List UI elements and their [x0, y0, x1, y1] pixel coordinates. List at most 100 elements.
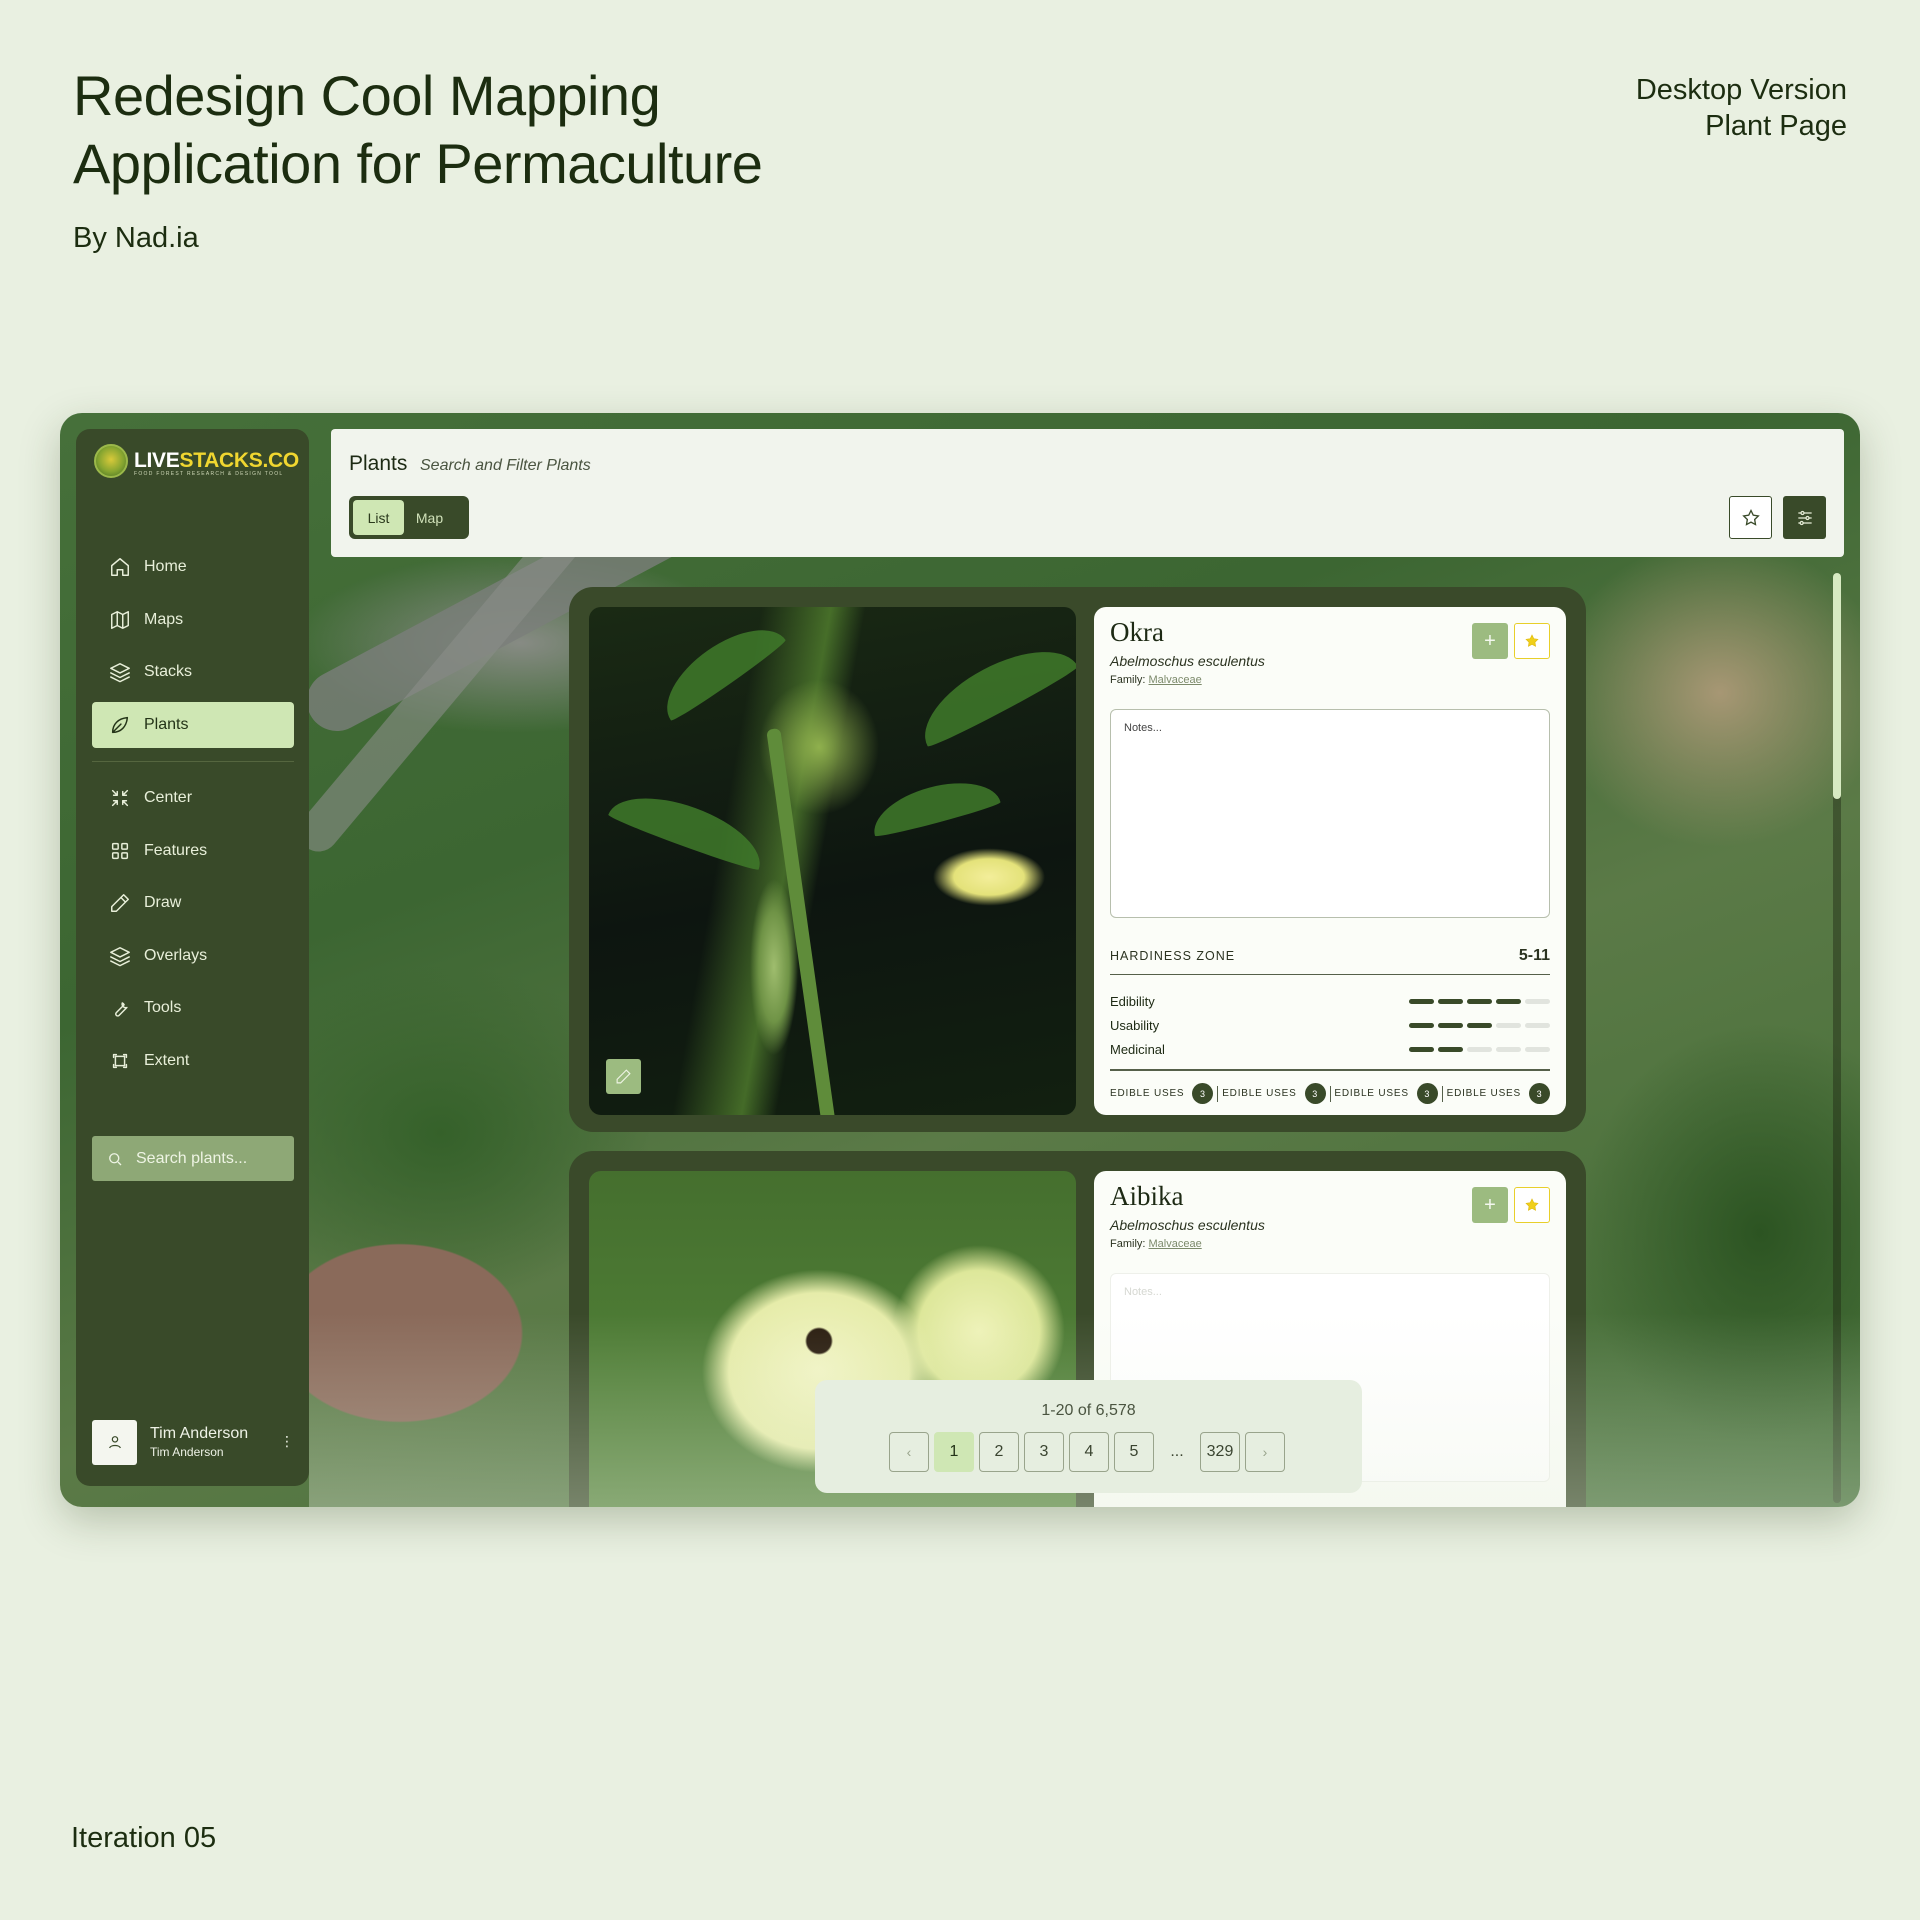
user-subtitle: Tim Anderson: [150, 1445, 224, 1459]
family-link[interactable]: Malvaceae: [1149, 674, 1202, 686]
page-button-1[interactable]: 1: [934, 1432, 974, 1472]
hardiness-zone: HARDINESS ZONE 5-11: [1110, 947, 1550, 975]
stem-shape: [766, 727, 836, 1115]
prev-page-button[interactable]: ‹: [889, 1432, 929, 1472]
sidebar-item-tools[interactable]: Tools: [92, 985, 294, 1031]
divider: [1329, 1085, 1331, 1102]
family-link[interactable]: Malvaceae: [1149, 1238, 1202, 1250]
rating-pip: [1409, 998, 1434, 1004]
user-name: Tim Anderson: [150, 1425, 249, 1442]
sidebar-item-label: Draw: [144, 894, 182, 911]
user-profile[interactable]: Tim Anderson Tim Anderson ⋮: [92, 1419, 294, 1465]
sidebar-item-plants[interactable]: Plants: [92, 701, 294, 748]
title-line-2: Application for Permaculture: [73, 132, 763, 195]
sidebar-item-label: Overlays: [144, 946, 208, 964]
view-toggle: List Map: [349, 496, 469, 539]
scrollbar-thumb[interactable]: [1833, 573, 1841, 799]
page-button-5[interactable]: 5: [1114, 1432, 1154, 1472]
plant-latin-name: Abelmoschus esculentus: [1110, 1217, 1265, 1233]
sidebar-item-label: Features: [144, 841, 208, 859]
plant-name: Aibika: [1110, 1181, 1184, 1211]
use-tag[interactable]: EDIBLE USES 3: [1222, 1083, 1326, 1104]
sidebar-item-extent[interactable]: Extent: [92, 1038, 294, 1084]
title-line-1: Redesign Cool Mapping: [73, 64, 661, 127]
page-button-3[interactable]: 3: [1024, 1432, 1064, 1472]
page-header: Plants Search and Filter Plants List Map: [331, 429, 1844, 557]
rating-pip: [1496, 1022, 1521, 1028]
logo-mark-icon: [94, 444, 128, 478]
leaf-shape: [908, 629, 1076, 751]
page-button-2[interactable]: 2: [979, 1432, 1019, 1472]
sidebar-item-stacks[interactable]: Stacks: [92, 649, 294, 695]
rating-pip: [1438, 1046, 1463, 1052]
plant-details: Okra Abelmoschus esculentus Family: Malv…: [1094, 607, 1566, 1115]
sidebar-item-draw[interactable]: Draw: [92, 880, 294, 926]
pagination-controls: ‹ 1 2 3 4 5 ... 329 ›: [889, 1432, 1285, 1472]
sidebar-item-overlays[interactable]: Overlays: [92, 933, 294, 979]
avatar: [92, 1419, 137, 1465]
sidebar-item-features[interactable]: Features: [92, 828, 294, 874]
logo[interactable]: LIVESTACKS.CO FOOD FOREST RESEARCH & DES…: [94, 444, 299, 478]
grid-icon: [111, 842, 129, 859]
star-filled-icon: [1525, 1198, 1539, 1211]
use-count-badge: 3: [1192, 1083, 1214, 1104]
meta-version: Desktop Version: [1635, 74, 1847, 106]
rating-bar: [1409, 1046, 1550, 1052]
plant-image: [589, 607, 1076, 1115]
page-subtitle: Search and Filter Plants: [420, 457, 591, 474]
page-button-4[interactable]: 4: [1069, 1432, 1109, 1472]
rating-bar: [1409, 998, 1550, 1004]
add-plant-button[interactable]: +: [1472, 623, 1508, 659]
add-plant-button[interactable]: +: [1472, 1187, 1508, 1223]
sidebar-item-maps[interactable]: Maps: [92, 597, 294, 643]
favorite-button[interactable]: [1514, 623, 1550, 659]
filter-button[interactable]: [1783, 496, 1826, 539]
sidebar-search-input[interactable]: Search plants...: [92, 1136, 294, 1181]
favorite-button[interactable]: [1514, 1187, 1550, 1223]
presentation-author: By Nad.ia: [73, 222, 199, 254]
sidebar-item-label: Center: [144, 789, 193, 806]
edit-image-button[interactable]: [606, 1059, 641, 1094]
toggle-list[interactable]: List: [353, 500, 404, 535]
page-button-last[interactable]: 329: [1200, 1432, 1240, 1472]
hardiness-label: HARDINESS ZONE: [1110, 949, 1236, 963]
next-page-button[interactable]: ›: [1245, 1432, 1285, 1472]
rating-pip: [1467, 1022, 1492, 1028]
sidebar-item-home[interactable]: Home: [92, 544, 294, 590]
rating-label: Medicinal: [1110, 1041, 1165, 1057]
plant-latin-name: Abelmoschus esculentus: [1110, 653, 1265, 669]
star-filled-icon: [1525, 634, 1539, 647]
use-tag[interactable]: EDIBLE USES 3: [1334, 1083, 1438, 1104]
leaf-icon: [111, 716, 129, 733]
rating-pip: [1525, 1022, 1550, 1028]
sidebar-item-label: Stacks: [144, 663, 193, 680]
rating-pip: [1438, 998, 1463, 1004]
toggle-map[interactable]: Map: [404, 500, 455, 535]
star-icon: [1741, 508, 1760, 526]
favorites-button[interactable]: [1729, 496, 1772, 539]
sidebar-item-label: Maps: [144, 610, 184, 628]
use-count-badge: 3: [1416, 1083, 1438, 1104]
sidebar-nav-tools: Center Features Draw Overlays Tools Exte…: [92, 775, 294, 1090]
use-tag[interactable]: EDIBLE USES 3: [1110, 1083, 1214, 1104]
rating-row: Edibility: [1110, 989, 1550, 1013]
plant-family: Family: Malvaceae: [1110, 1238, 1202, 1250]
sidebar-nav-primary: Home Maps Stacks Plants: [92, 544, 294, 754]
rating-pip: [1496, 1046, 1521, 1052]
rating-pip: [1438, 1022, 1463, 1028]
family-label: Family:: [1110, 674, 1146, 686]
use-tag[interactable]: EDIBLE USES 3: [1447, 1083, 1550, 1104]
plant-family: Family: Malvaceae: [1110, 674, 1202, 686]
uses-row: EDIBLE USES 3 EDIBLE USES 3 EDIBLE USES 3 E…: [1110, 1083, 1550, 1104]
rating-pip: [1467, 998, 1492, 1004]
rating-bar: [1409, 1022, 1550, 1028]
more-options-icon[interactable]: ⋮: [280, 1433, 294, 1450]
pagination: 1-20 of 6,578 ‹ 1 2 3 4 5 ... 329 ›: [815, 1380, 1362, 1493]
wrench-icon: [115, 1002, 128, 1017]
pencil-icon: [111, 894, 129, 912]
rating-label: Edibility: [1110, 993, 1155, 1009]
rating-label: Usability: [1110, 1017, 1160, 1033]
use-count-badge: 3: [1304, 1083, 1326, 1104]
sidebar-item-center[interactable]: Center: [92, 775, 294, 821]
notes-field[interactable]: Notes...: [1110, 709, 1550, 918]
